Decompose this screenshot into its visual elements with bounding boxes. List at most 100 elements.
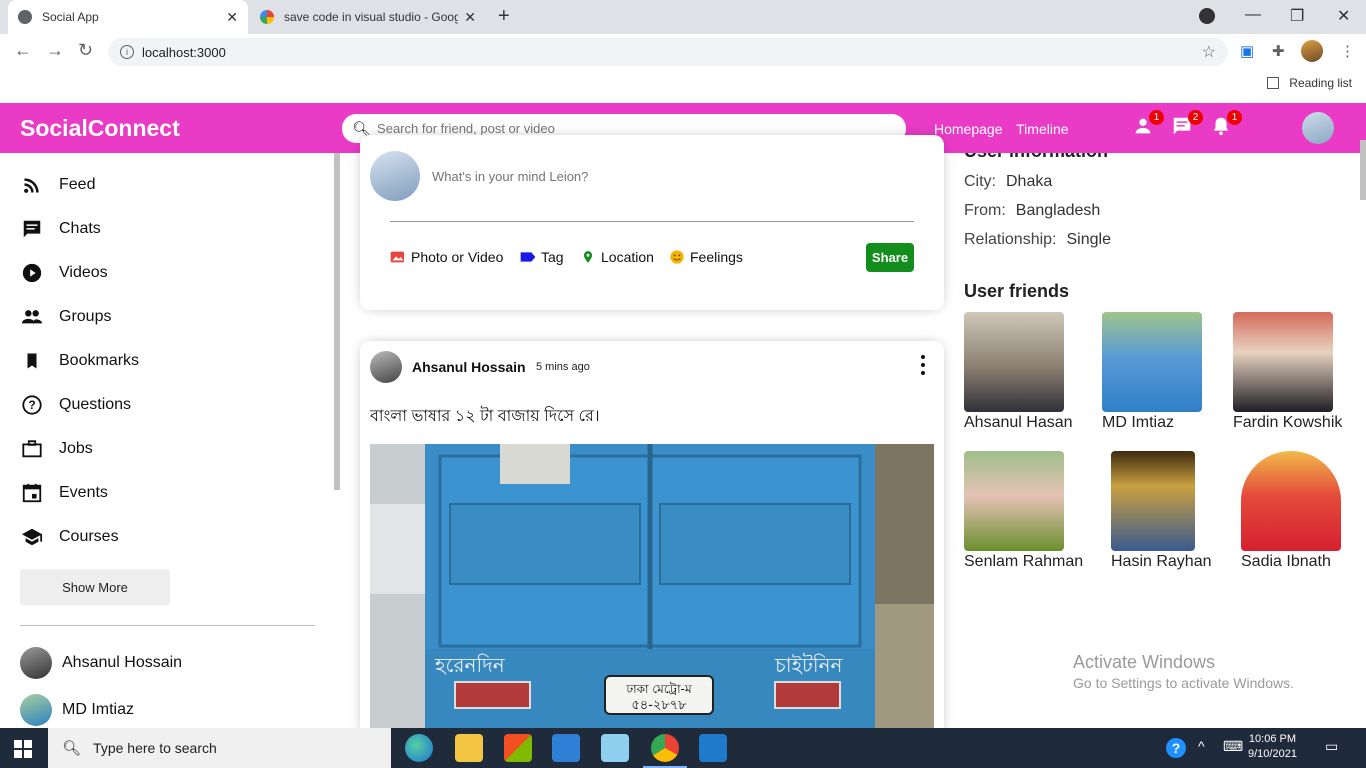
option-label: Location — [601, 249, 654, 265]
close-window-icon[interactable]: ✕ — [1337, 6, 1350, 26]
search-icon: 🔍︎ — [62, 740, 82, 757]
more-options-icon[interactable] — [920, 355, 926, 375]
sidebar-friend[interactable]: Ahsanul Hossain — [20, 647, 182, 679]
post-username[interactable]: Ahsanul Hossain — [412, 359, 526, 375]
maximize-icon[interactable]: ❐ — [1290, 6, 1304, 26]
file-explorer-icon[interactable] — [455, 734, 483, 762]
friend-requests-badge: 1 — [1149, 110, 1164, 125]
windows-start-icon[interactable] — [14, 740, 32, 758]
sidebar-friend[interactable]: MD Imtiaz — [20, 694, 134, 726]
reading-list-label: Reading list — [1289, 76, 1352, 90]
show-more-button[interactable]: Show More — [20, 569, 170, 605]
friend-photo — [1233, 312, 1333, 412]
timeline-link[interactable]: Timeline — [1016, 121, 1068, 137]
mail-icon[interactable] — [552, 734, 580, 762]
vscode-icon[interactable] — [699, 734, 727, 762]
help-icon[interactable]: ? — [1166, 738, 1186, 758]
rss-icon — [20, 173, 44, 197]
photo-video-option[interactable]: Photo or Video — [390, 249, 503, 265]
keyboard-icon[interactable]: ⌨ — [1223, 738, 1243, 755]
clock-time: 10:06 PM — [1248, 733, 1297, 745]
share-button[interactable]: Share — [866, 243, 914, 272]
close-tab-icon[interactable]: ✕ — [226, 9, 238, 26]
info-value: Bangladesh — [1015, 202, 1101, 219]
sidebar-item-bookmarks[interactable]: Bookmarks — [20, 349, 139, 373]
sidebar-item-courses[interactable]: Courses — [20, 525, 119, 549]
friend-card[interactable]: Hasin Rayhan — [1111, 451, 1251, 571]
sidebar-divider — [20, 625, 315, 626]
reading-list-button[interactable]: Reading list — [1267, 76, 1352, 90]
profile-avatar-icon[interactable] — [1301, 40, 1323, 62]
friend-photo — [964, 312, 1064, 412]
share-input[interactable] — [432, 169, 832, 184]
tag-icon — [520, 249, 536, 265]
friend-card[interactable]: Senlam Rahman — [964, 451, 1104, 571]
tab-search-icon[interactable] — [1199, 8, 1215, 24]
notifications-button[interactable]: 1 — [1210, 110, 1242, 139]
sidebar-item-videos[interactable]: Videos — [20, 261, 108, 285]
tab-social-app[interactable]: Social App ✕ — [8, 0, 248, 34]
post-card: Ahsanul Hossain 5 mins ago বাংলা ভাষার ১… — [360, 341, 944, 741]
chrome-icon[interactable] — [643, 734, 687, 768]
plate-line-1: ঢাকা মেট্রো-ম — [625, 682, 692, 696]
store-icon[interactable] — [504, 734, 532, 762]
close-tab-icon[interactable]: ✕ — [464, 9, 476, 26]
friend-card[interactable]: Ahsanul Hasan — [964, 312, 1104, 432]
homepage-link[interactable]: Homepage — [934, 121, 1003, 137]
avatar — [370, 151, 420, 201]
minimize-icon[interactable]: — — [1245, 6, 1261, 24]
avatar — [20, 694, 52, 726]
location-pin-icon — [580, 249, 596, 265]
bookmark-star-icon[interactable]: ☆ — [1202, 42, 1216, 62]
extensions-icon[interactable]: ✚ — [1272, 42, 1285, 60]
tray-expand-icon[interactable]: ^ — [1198, 738, 1205, 754]
taskbar-search[interactable]: 🔍︎ Type here to search — [48, 728, 391, 768]
tag-option[interactable]: Tag — [520, 249, 564, 265]
svg-text:?: ? — [28, 398, 35, 412]
address-bar: ← → ↻ i localhost:3000 ☆ ▣ ✚ ⋮ — [0, 34, 1366, 70]
location-option[interactable]: Location — [580, 249, 654, 265]
sidebar-item-jobs[interactable]: Jobs — [20, 437, 93, 461]
sidebar-item-groups[interactable]: Groups — [20, 305, 111, 329]
avatar[interactable] — [370, 351, 402, 383]
sidebar-item-label: Videos — [59, 264, 108, 281]
tab-title: save code in visual studio - Goog — [284, 10, 459, 24]
notification-center-icon[interactable]: ▭ — [1325, 738, 1338, 755]
user-friends-title: User friends — [964, 281, 1070, 301]
cast-icon[interactable]: ▣ — [1240, 42, 1254, 60]
info-row-relationship: Relationship: Single — [964, 231, 1111, 249]
page-scrollbar[interactable] — [1360, 140, 1366, 200]
site-info-icon[interactable]: i — [120, 45, 134, 59]
watermark-subtitle: Go to Settings to activate Windows. — [1073, 675, 1294, 691]
sidebar-item-chats[interactable]: Chats — [20, 217, 101, 241]
new-tab-icon[interactable]: + — [498, 5, 510, 28]
friend-card[interactable]: MD Imtiaz — [1102, 312, 1242, 432]
reload-icon[interactable]: ↻ — [78, 40, 93, 61]
calendar-icon — [20, 481, 44, 505]
search-input[interactable] — [377, 121, 878, 136]
info-value: Dhaka — [1006, 173, 1053, 190]
url-field[interactable]: i localhost:3000 ☆ — [108, 38, 1228, 66]
notes-app-icon[interactable] — [601, 734, 629, 762]
friend-card[interactable]: Sadia Ibnath — [1241, 451, 1366, 571]
feelings-option[interactable]: Feelings — [669, 249, 743, 265]
taskbar-clock[interactable]: 10:06 PM 9/10/2021 — [1248, 732, 1297, 762]
tab-google-search[interactable]: save code in visual studio - Goog ✕ — [250, 0, 486, 34]
friend-name: Fardin Kowshik — [1233, 414, 1343, 431]
play-circle-icon — [20, 261, 44, 285]
sidebar-item-questions[interactable]: ? Questions — [20, 393, 131, 417]
smile-icon — [669, 249, 685, 265]
menu-icon[interactable]: ⋮ — [1340, 42, 1355, 60]
sidebar-item-events[interactable]: Events — [20, 481, 108, 505]
profile-avatar[interactable] — [1302, 112, 1334, 144]
sidebar-item-feed[interactable]: Feed — [20, 173, 95, 197]
friend-requests-button[interactable]: 1 — [1132, 110, 1164, 139]
forward-icon[interactable]: → — [46, 40, 64, 61]
friend-card[interactable]: Fardin Kowshik — [1233, 312, 1366, 432]
sidebar-scrollbar[interactable] — [334, 153, 340, 490]
app-logo[interactable]: SocialConnect — [20, 115, 180, 142]
post-image[interactable]: হরেনদিন চাইটনিন ঢাকা মেট্রো-ম ৫৪-২৮৭৮ — [370, 444, 934, 741]
edge-icon[interactable] — [405, 734, 433, 762]
chats-button[interactable]: 2 — [1171, 110, 1203, 139]
back-icon[interactable]: ← — [14, 40, 32, 61]
